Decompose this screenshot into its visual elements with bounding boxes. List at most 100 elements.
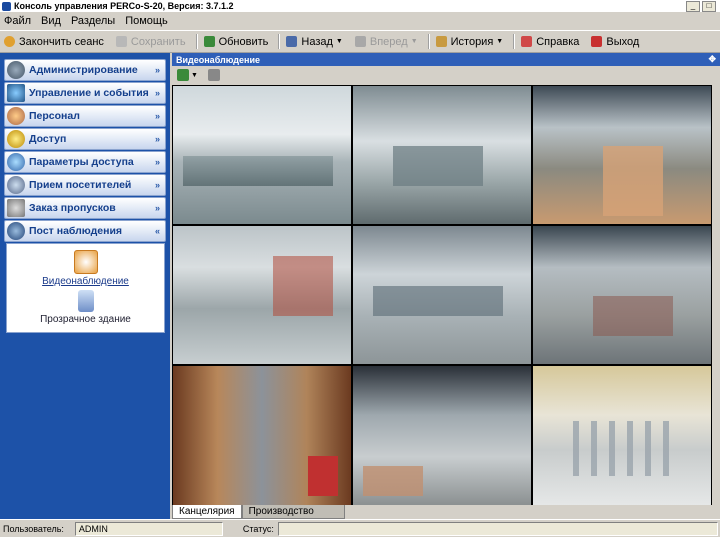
tab-office[interactable]: Канцелярия [172,505,242,519]
save-label: Сохранить [130,35,186,48]
exit-button[interactable]: Выход [587,36,647,48]
sidebar-item-administration[interactable]: Администрирование » [4,59,166,81]
camera-view-6[interactable] [533,226,711,364]
menu-bar: Файл Вид Разделы Помощь [0,12,720,30]
menu-sections[interactable]: Разделы [67,15,121,27]
camera-view-2[interactable] [353,86,531,224]
chevron-up-icon: « [154,226,160,236]
toolbar: Закончить сеанс Сохранить Обновить Назад… [0,30,720,53]
arrow-left-icon [286,36,298,47]
sidebar-item-label: Заказ пропусков [29,202,116,214]
globe-icon [7,153,25,171]
chevron-down-icon: » [154,180,160,190]
chevron-down-icon[interactable]: ▼ [336,38,343,45]
minimize-button[interactable]: _ [686,0,700,12]
monitor-icon [7,84,25,102]
help-book-icon [521,36,533,47]
video-surveillance-label: Видеонаблюдение [42,276,129,287]
maximize-button[interactable]: □ [702,0,716,12]
sidebar-item-pass-orders[interactable]: Заказ пропусков » [4,197,166,219]
sidebar-item-label: Персонал [29,110,80,122]
camera-view-7[interactable] [173,366,351,506]
pass-icon [7,199,25,217]
forward-label: Вперед [369,35,408,48]
exit-icon [591,36,603,47]
camera-tabs: Канцелярия Производство [172,505,720,519]
transparent-building-label: Прозрачное здание [40,314,131,325]
guard-icon [7,222,25,240]
people-icon [7,107,25,125]
sidebar-item-label: Параметры доступа [29,156,134,168]
chevron-down-icon: » [154,203,160,213]
sidebar-item-label: Пост наблюдения [29,225,123,237]
chevron-down-icon[interactable]: ▼ [496,38,503,45]
chevron-down-icon: » [154,157,160,167]
window-controls: _ □ [686,0,716,12]
help-button[interactable]: Справка [517,36,587,48]
chevron-down-icon: » [154,65,160,75]
exit-label: Выход [606,35,640,48]
chevron-down-icon: » [154,111,160,121]
transparent-building-link[interactable]: Прозрачное здание [7,290,164,325]
main-panel: Видеонаблюдение ✥ ▼ Канцелярия Производс… [172,53,720,519]
menu-view[interactable]: Вид [37,15,67,27]
status-value [277,521,718,536]
arrow-right-icon [354,36,366,47]
camera-view-8[interactable] [353,366,531,506]
sidebar-item-observation-post[interactable]: Пост наблюдения « [4,220,166,242]
forward-button[interactable]: Вперед ▼ [351,36,426,48]
toolbar-separator [427,34,430,49]
chevron-down-icon[interactable]: ▼ [191,72,198,79]
panel-header: Видеонаблюдение ✥ [172,53,720,66]
refresh-icon [203,36,215,47]
toolbar-separator [195,34,198,49]
camera-view-5[interactable] [353,226,531,364]
history-icon [435,36,447,47]
user-value: ADMIN [74,521,223,536]
sidebar-item-control-events[interactable]: Управление и события » [4,82,166,104]
title-bar: Консоль управления PERCo-S-20, Версия: 3… [0,0,720,12]
menu-file[interactable]: Файл [0,15,37,27]
menu-help[interactable]: Помощь [121,15,174,27]
sidebar-item-label: Доступ [29,133,67,145]
video-surveillance-link[interactable]: Видеонаблюдение [7,250,164,287]
camera-view-4[interactable] [173,226,351,364]
save-button[interactable]: Сохранить [112,36,194,48]
camera-view-3[interactable] [533,86,711,224]
user-label: Пользователь: [3,523,64,534]
refresh-button[interactable]: Обновить [200,36,277,48]
camera-view-1[interactable] [173,86,351,224]
end-session-button[interactable]: Закончить сеанс [0,36,112,48]
video-toolbar: ▼ [172,66,720,84]
sidebar: Администрирование » Управление и события… [0,53,170,519]
status-label: Статус: [242,523,274,534]
layout-icon[interactable] [177,69,189,81]
camera-view-9[interactable] [533,366,711,506]
chevron-down-icon[interactable]: ▼ [411,38,418,45]
chevron-down-icon: » [154,88,160,98]
app-icon [2,1,11,11]
window-title: Консоль управления PERCo-S-20, Версия: 3… [14,1,234,11]
video-icon [73,250,98,274]
end-session-label: Закончить сеанс [19,35,104,48]
chevron-down-icon: » [154,134,160,144]
sidebar-item-visitors[interactable]: Прием посетителей » [4,174,166,196]
panel-title: Видеонаблюдение [176,54,261,65]
key-icon [7,130,25,148]
tab-production[interactable]: Производство [241,505,345,519]
sidebar-item-access[interactable]: Доступ » [4,128,166,150]
export-icon[interactable] [207,69,220,81]
help-label: Справка [536,35,580,48]
sidebar-item-access-params[interactable]: Параметры доступа » [4,151,166,173]
visitor-icon [7,176,25,194]
toolbar-separator [278,34,281,49]
building-icon [77,290,94,312]
history-button[interactable]: История ▼ [432,36,512,48]
back-button[interactable]: Назад ▼ [282,36,350,48]
history-label: История [450,35,494,48]
sidebar-item-personnel[interactable]: Персонал » [4,105,166,127]
sidebar-item-label: Прием посетителей [29,179,132,191]
back-label: Назад [301,35,333,48]
help-icon[interactable]: ✥ [708,54,716,65]
camera-grid [172,85,712,506]
